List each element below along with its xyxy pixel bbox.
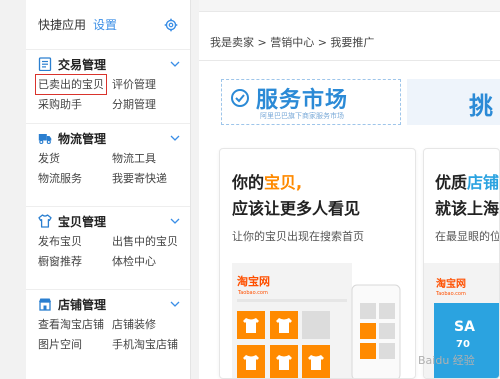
section-logistics: 物流管理 发货 物流工具 物流服务 我要寄快递 [26, 124, 190, 207]
card-title-line2: 应该让更多人看见 [232, 199, 361, 218]
card-subtitle: 让你的宝贝出现在搜索首页 [232, 230, 364, 243]
card-title: 你的宝贝, [232, 169, 302, 193]
secondary-banner-title: 挑 [469, 92, 493, 120]
section-title: 交易管理 [58, 57, 107, 72]
promo-card-shop[interactable]: 优质店铺 就该上海 在最显眼的位 淘宝网 Taobao.com SA 70 [423, 148, 500, 379]
card-title: 优质店铺 [435, 169, 499, 193]
service-market-logo-icon [231, 89, 249, 107]
mobile-shop-link[interactable]: 手机淘宝店铺 [112, 335, 192, 354]
shop-decoration-link[interactable]: 店铺装修 [112, 315, 192, 334]
health-check-link[interactable]: 体检中心 [112, 252, 192, 271]
breadcrumb[interactable]: 我是卖家 > 营销中心 > 我要推广 [210, 34, 374, 50]
chevron-down-icon[interactable] [170, 218, 180, 224]
sold-items-link[interactable]: 已卖出的宝贝 [35, 74, 107, 95]
mock-logo: 淘宝网 [436, 277, 466, 290]
card-title-highlight: 宝贝, [264, 173, 303, 192]
purchase-assistant-link[interactable]: 采购助手 [38, 95, 112, 114]
section-shop: 店铺管理 查看淘宝店铺 店铺装修 图片空间 手机淘宝店铺 [26, 290, 190, 379]
top-strip [199, 0, 500, 12]
search-results-illustration: 淘宝网 Taobao.com [232, 263, 402, 378]
main-content: 我是卖家 > 营销中心 > 我要推广 服务市场 阿里巴巴旗下商家服务市场 挑 你… [199, 0, 500, 379]
shop-icon [39, 298, 51, 311]
screen: 快捷应用 设置 交易管理 已卖出的宝贝 评价管理 采购助手 分期管理 物流管理 … [0, 0, 500, 379]
review-management-link[interactable]: 评价管理 [112, 75, 192, 94]
send-express-link[interactable]: 我要寄快递 [112, 169, 192, 188]
section-title: 物流管理 [58, 131, 107, 146]
chevron-down-icon[interactable] [170, 301, 180, 307]
quick-apps-sidebar: 快捷应用 设置 交易管理 已卖出的宝贝 评价管理 采购助手 分期管理 物流管理 … [26, 0, 191, 379]
section-goods: 宝贝管理 发布宝贝 出售中的宝贝 橱窗推荐 体检中心 [26, 207, 190, 290]
section-title: 店铺管理 [58, 297, 107, 312]
mock-badge-sub: 70 [456, 339, 470, 350]
chevron-down-icon[interactable] [170, 135, 180, 141]
settings-link[interactable]: 设置 [93, 16, 117, 33]
publish-item-link[interactable]: 发布宝贝 [38, 232, 112, 251]
section-title: 宝贝管理 [58, 214, 107, 229]
image-space-link[interactable]: 图片空间 [38, 335, 112, 354]
card-subtitle: 在最显眼的位 [435, 230, 500, 243]
secondary-banner[interactable]: 挑 [407, 79, 500, 125]
banner-subtitle: 阿里巴巴旗下商家服务市场 [260, 112, 344, 120]
sidebar-title: 快捷应用 [38, 18, 87, 32]
banner-title: 服务市场 [256, 88, 349, 113]
ship-goods-link[interactable]: 发货 [38, 149, 112, 168]
shirt-icon [38, 214, 52, 228]
section-goods-header[interactable]: 宝贝管理 [38, 212, 190, 230]
truck-icon [38, 134, 52, 145]
window-recommend-link[interactable]: 橱窗推荐 [38, 252, 112, 271]
mock-logo-sub: Taobao.com [237, 290, 268, 296]
items-on-sale-link[interactable]: 出售中的宝贝 [112, 232, 192, 251]
mock-badge: SA [454, 319, 475, 335]
mock-logo: 淘宝网 [237, 274, 270, 288]
logistics-services-link[interactable]: 物流服务 [38, 169, 112, 188]
section-shop-header[interactable]: 店铺管理 [38, 295, 190, 313]
promo-card-items[interactable]: 你的宝贝, 应该让更多人看见 让你的宝贝出现在搜索首页 淘宝网 Taobao.c… [219, 148, 416, 379]
divider [199, 60, 500, 61]
clipboard-icon [38, 57, 52, 71]
sidebar-header: 快捷应用 设置 [26, 0, 190, 50]
card-title-highlight: 店铺 [467, 173, 500, 192]
card-title-prefix: 你的 [232, 173, 265, 192]
logistics-tools-link[interactable]: 物流工具 [112, 149, 192, 168]
gear-icon[interactable] [164, 18, 178, 32]
section-trade: 交易管理 已卖出的宝贝 评价管理 采购助手 分期管理 [26, 50, 190, 124]
section-logistics-header[interactable]: 物流管理 [38, 129, 190, 147]
section-trade-header[interactable]: 交易管理 [38, 55, 190, 73]
watermark: Baidu 经验 [418, 354, 475, 367]
chevron-down-icon[interactable] [170, 61, 180, 67]
installment-management-link[interactable]: 分期管理 [112, 95, 192, 114]
card-title-prefix: 优质 [435, 173, 468, 192]
view-shop-link[interactable]: 查看淘宝店铺 [38, 315, 112, 334]
mock-logo-sub: Taobao.com [435, 291, 466, 297]
card-title-line2: 就该上海 [435, 199, 500, 218]
service-market-banner[interactable]: 服务市场 阿里巴巴旗下商家服务市场 [221, 79, 401, 125]
gutter [191, 0, 199, 379]
